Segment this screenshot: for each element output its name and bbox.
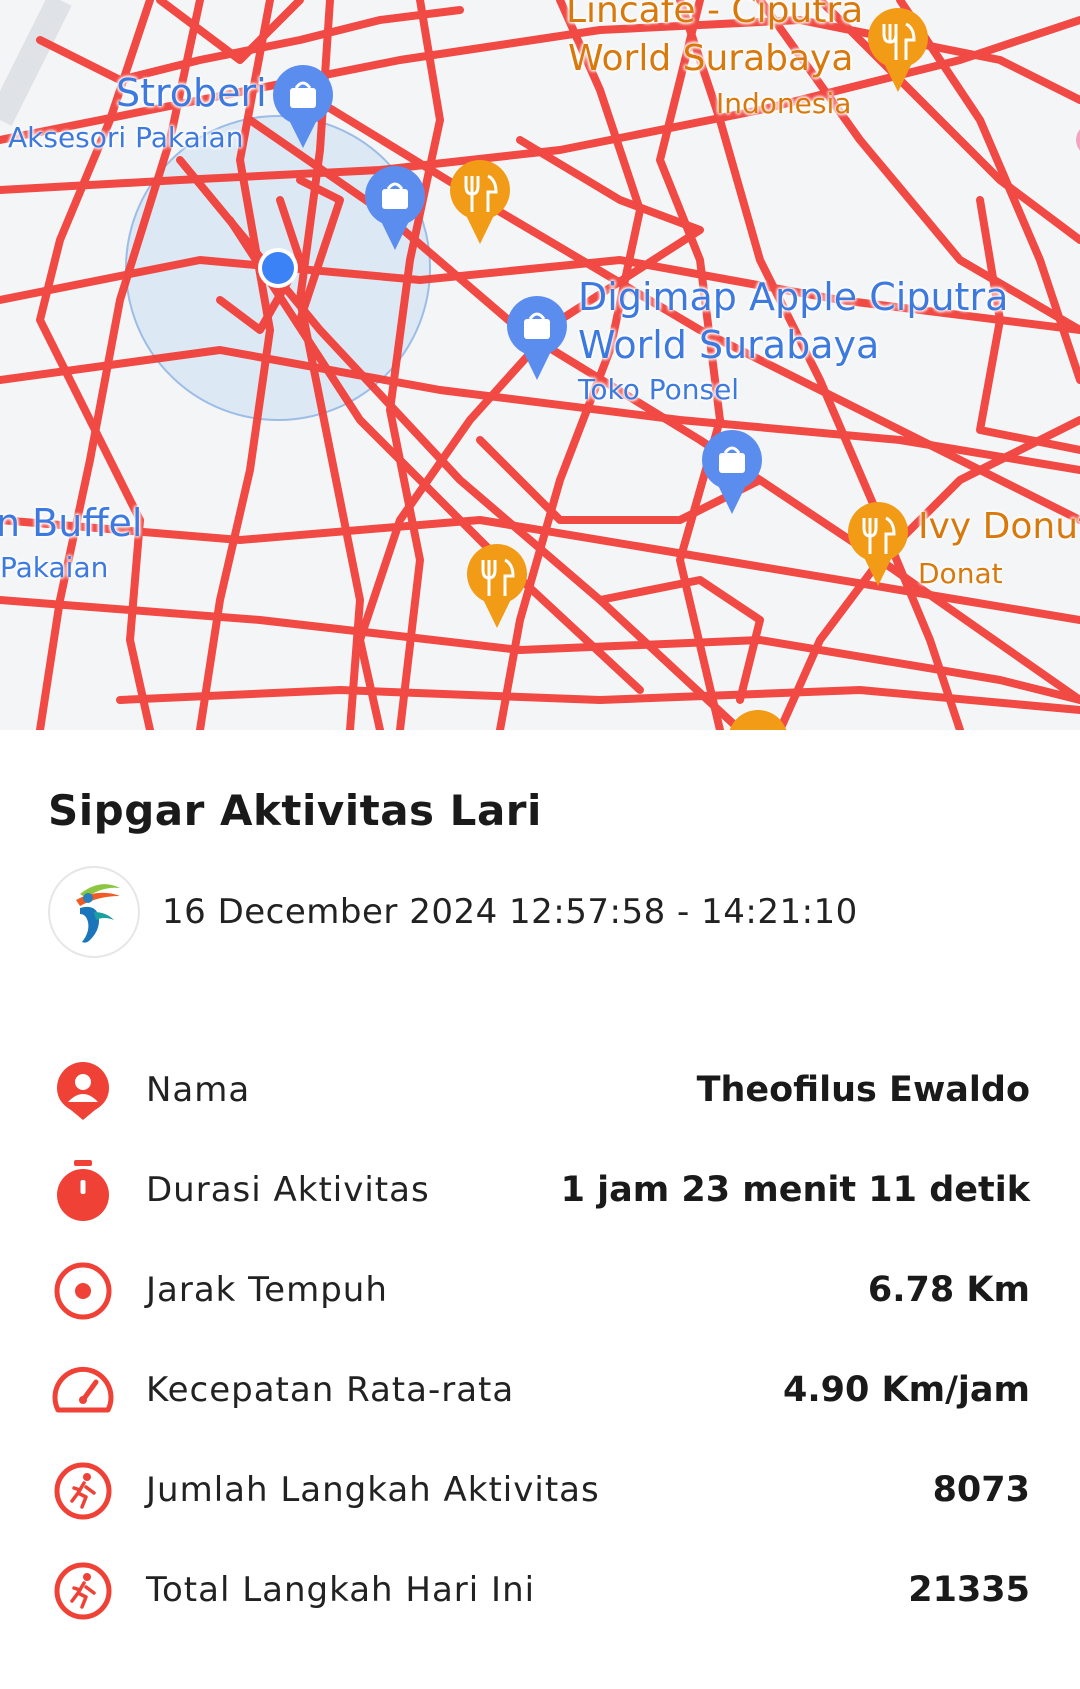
info-label: Durasi Aktivitas bbox=[146, 1170, 430, 1210]
poi-ivy-name[interactable]: Ivy Donut bbox=[918, 506, 1080, 548]
activity-datetime: 16 December 2024 12:57:58 - 14:21:10 bbox=[162, 892, 858, 932]
poi-buffel-name[interactable]: n Buffel bbox=[0, 502, 142, 544]
poi-stroberi-category: Aksesori Pakaian bbox=[8, 121, 244, 154]
info-label: Jarak Tempuh bbox=[146, 1270, 388, 1310]
person-pin-icon bbox=[57, 1062, 109, 1120]
info-value: 6.78 Km bbox=[867, 1270, 1030, 1310]
runner-icon bbox=[54, 1462, 112, 1520]
poi-buffel-category: Pakaian bbox=[0, 551, 109, 584]
info-row-speed: Kecepatan Rata-rata 4.90 Km/jam bbox=[0, 1340, 1080, 1440]
info-label: Jumlah Langkah Aktivitas bbox=[146, 1470, 600, 1510]
restaurant-pin-2[interactable] bbox=[449, 160, 510, 244]
info-value: 4.90 Km/jam bbox=[783, 1370, 1030, 1410]
activity-title: Sipgar Aktivitas Lari bbox=[48, 786, 542, 835]
poi-lincafe-name-1[interactable]: Lincafe - Ciputra bbox=[566, 0, 863, 32]
info-value: 8073 bbox=[932, 1470, 1030, 1510]
poi-digimap-name-2[interactable]: World Surabaya bbox=[578, 324, 879, 366]
info-value: Theofilus Ewaldo bbox=[696, 1070, 1030, 1110]
info-value: 21335 bbox=[908, 1570, 1030, 1610]
route-map[interactable]: Stroberi Aksesori Pakaian Lincafe - Cipu… bbox=[0, 0, 1080, 730]
info-row-activity-steps: Jumlah Langkah Aktivitas 8073 bbox=[0, 1440, 1080, 1540]
poi-digimap-category: Toko Ponsel bbox=[578, 373, 740, 406]
info-row-name: Nama Theofilus Ewaldo bbox=[0, 1040, 1080, 1140]
current-location-dot bbox=[258, 248, 298, 288]
runner-icon bbox=[54, 1562, 112, 1620]
speedometer-icon bbox=[52, 1366, 114, 1413]
restaurant-pin-bottom[interactable] bbox=[728, 710, 788, 730]
target-icon bbox=[54, 1262, 112, 1320]
app-logo bbox=[48, 866, 140, 958]
info-row-total-steps: Total Langkah Hari Ini 21335 bbox=[0, 1540, 1080, 1640]
poi-lincafe-category: Indonesia bbox=[716, 87, 852, 120]
poi-lincafe-name-2[interactable]: World Surabaya bbox=[568, 38, 853, 80]
activity-summary-panel: Sipgar Aktivitas Lari 16 December 2024 1… bbox=[0, 730, 1080, 1689]
poi-ivy-category: Donat bbox=[918, 557, 1003, 590]
poi-digimap-name-1[interactable]: Digimap Apple Ciputra bbox=[578, 276, 1008, 318]
poi-stroberi-name[interactable]: Stroberi bbox=[116, 72, 267, 114]
info-row-distance: Jarak Tempuh 6.78 Km bbox=[0, 1240, 1080, 1340]
info-label: Nama bbox=[146, 1070, 251, 1110]
info-row-duration: Durasi Aktivitas 1 jam 23 menit 11 detik bbox=[0, 1140, 1080, 1240]
info-label: Total Langkah Hari Ini bbox=[146, 1570, 536, 1610]
stopwatch-icon bbox=[57, 1160, 109, 1221]
info-label: Kecepatan Rata-rata bbox=[146, 1370, 515, 1410]
offscreen-marker bbox=[1076, 129, 1080, 151]
info-value: 1 jam 23 menit 11 detik bbox=[560, 1170, 1030, 1210]
